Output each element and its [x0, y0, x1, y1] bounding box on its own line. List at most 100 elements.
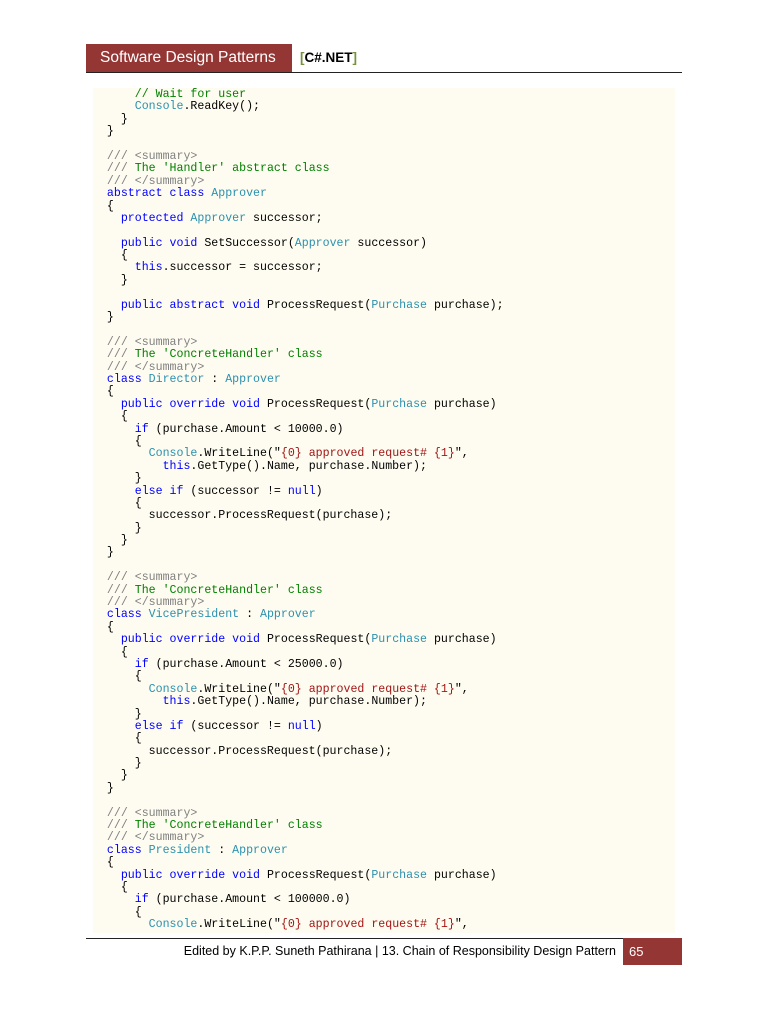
code-token: }	[93, 781, 114, 795]
language-label: C#.NET	[304, 50, 353, 65]
code-token: {	[93, 732, 142, 746]
code-token: /// <summary>	[106, 149, 198, 163]
code-token: purchase)	[427, 397, 497, 411]
code-token: }	[93, 757, 142, 771]
code-line: }	[93, 521, 675, 535]
code-token: }	[93, 273, 128, 287]
page-number: 65	[623, 938, 682, 965]
code-token: The 'ConcreteHandler' class	[127, 348, 323, 362]
code-token: }	[93, 546, 114, 560]
code-token: ///	[106, 819, 128, 833]
code-token: /// </summary>	[106, 831, 205, 845]
code-token: if	[134, 893, 149, 907]
code-token: purchase)	[427, 633, 497, 647]
code-token: ProcessRequest(	[266, 397, 372, 411]
code-line: public override void ProcessRequest(Purc…	[93, 633, 675, 647]
code-token: :	[239, 608, 260, 622]
code-token: Purchase	[371, 868, 427, 882]
code-token: The 'ConcreteHandler' class	[127, 819, 323, 833]
code-line: }	[93, 757, 675, 771]
code-token: public void	[120, 236, 205, 250]
code-token: successor)	[350, 236, 427, 250]
code-token: )	[315, 719, 323, 733]
code-token: .WriteLine("	[197, 918, 281, 932]
code-token: if	[134, 657, 149, 671]
code-token: Approver	[211, 187, 267, 201]
code-token: ProcessRequest(	[266, 633, 372, 647]
code-line: class President : Approver	[93, 843, 675, 857]
code-line: }	[93, 273, 675, 287]
code-line: public abstract void ProcessRequest(Purc…	[93, 299, 675, 312]
code-line: if (purchase.Amount < 100000.0)	[93, 894, 675, 906]
code-line: protected Approver successor;	[93, 211, 675, 225]
code-token: this	[134, 261, 163, 275]
code-line: }	[93, 770, 675, 782]
code-token: )	[315, 484, 323, 498]
code-line: successor.ProcessRequest(purchase);	[93, 745, 675, 758]
code-token: this	[162, 459, 191, 473]
code-token: {	[93, 496, 142, 510]
code-token: /// <summary>	[106, 571, 198, 585]
code-token: (successor !=	[183, 719, 288, 733]
code-token: }	[93, 534, 128, 548]
code-line: }	[93, 534, 675, 548]
code-line: public override void ProcessRequest(Purc…	[93, 868, 675, 882]
code-token: {	[93, 434, 142, 448]
code-token: successor.ProcessRequest(purchase);	[93, 509, 393, 523]
code-token: Purchase	[371, 397, 427, 411]
code-token: .WriteLine("	[197, 447, 281, 461]
code-token: {	[93, 670, 142, 684]
code-token: else if	[134, 484, 184, 498]
code-token: The 'Handler' abstract class	[127, 162, 330, 176]
code-token: {	[93, 249, 128, 263]
code-token: }	[93, 707, 142, 721]
code-token: Approver	[190, 211, 247, 225]
code-token: }	[93, 112, 128, 126]
code-line: Console.WriteLine("{0} approved request#…	[93, 918, 675, 932]
code-token: class	[106, 843, 149, 857]
code-token: ///	[106, 162, 128, 176]
code-token: ",	[454, 918, 469, 932]
code-token: {0} approved request# {1}	[280, 918, 455, 932]
code-token: /// <summary>	[106, 806, 198, 820]
code-token: .GetType().Name, purchase.Number);	[190, 459, 427, 473]
code-token: Approver	[232, 843, 288, 857]
code-block: // Wait for user Console.ReadKey(); } } …	[93, 88, 675, 932]
code-token: ",	[454, 682, 469, 696]
code-token: {	[93, 410, 128, 424]
code-line: }	[93, 547, 675, 559]
code-token: successor;	[246, 211, 323, 225]
code-token: (purchase.Amount < 25000.0)	[148, 657, 344, 671]
code-token: Console	[148, 682, 198, 696]
code-token: .GetType().Name, purchase.Number);	[190, 695, 427, 709]
code-token: /// </summary>	[106, 596, 205, 610]
code-token: /// </summary>	[106, 360, 205, 374]
code-token: .WriteLine("	[197, 682, 281, 696]
code-line: }	[93, 311, 675, 324]
code-line: this.GetType().Name, purchase.Number);	[93, 459, 675, 473]
code-line: public void SetSuccessor(Approver succes…	[93, 236, 675, 250]
code-token: else if	[134, 719, 184, 733]
code-token: ///	[106, 348, 128, 362]
code-token: }	[93, 769, 128, 783]
code-token: /// </summary>	[106, 174, 205, 188]
footer-rule	[86, 938, 682, 939]
code-line: }	[93, 781, 675, 795]
code-token: }	[93, 521, 142, 535]
